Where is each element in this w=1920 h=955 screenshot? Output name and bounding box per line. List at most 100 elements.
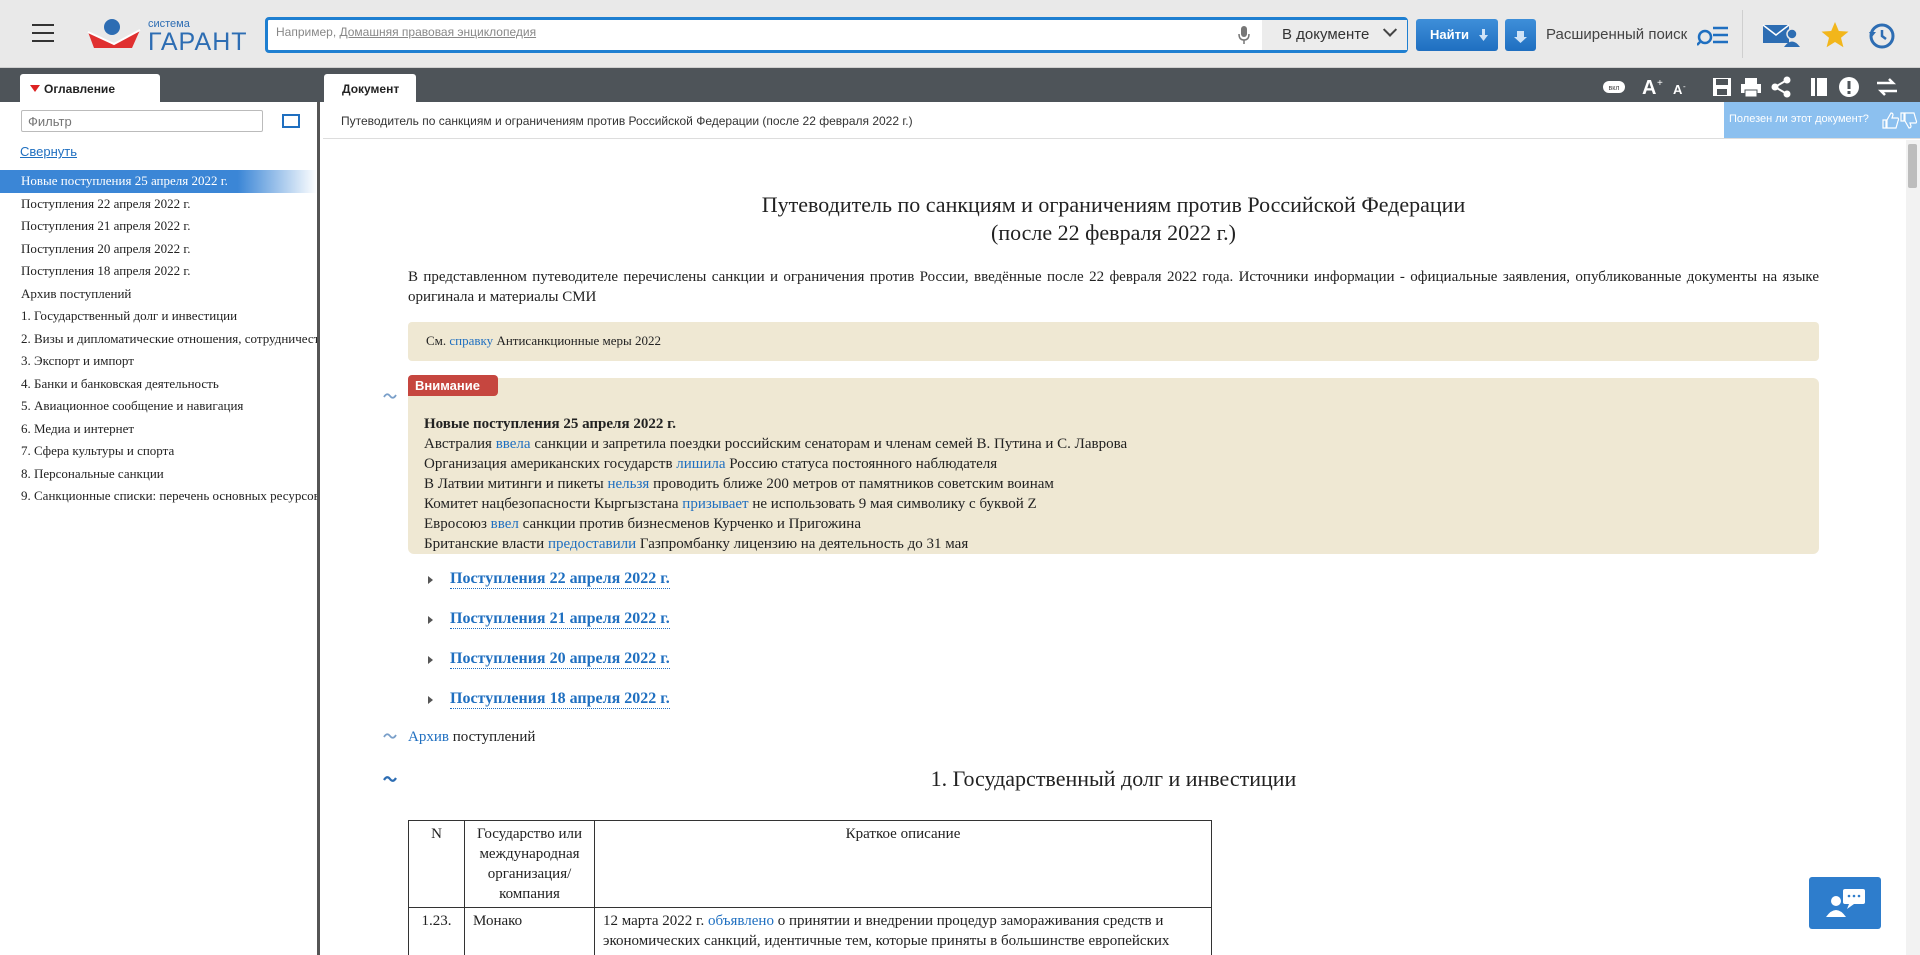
advanced-search-icon[interactable] xyxy=(1697,24,1729,46)
info-alert-icon[interactable] xyxy=(1838,76,1860,98)
news-text: Россию статуса постоянного наблюдателя xyxy=(725,456,998,472)
history-icon[interactable] xyxy=(1868,22,1896,50)
news-line: Комитет нацбезопасности Кыргызстана приз… xyxy=(424,494,1819,514)
link-chain-icon[interactable] xyxy=(383,731,397,741)
toc-item[interactable]: Архив поступлений xyxy=(0,283,317,306)
svg-text:A: A xyxy=(1642,77,1656,98)
expander-link[interactable]: Поступления 18 апреля 2022 г. xyxy=(450,690,670,709)
link-chain-icon[interactable] xyxy=(383,391,397,401)
news-text: санкции и запретила поездки российским с… xyxy=(530,436,1128,452)
sanctions-table: N Государство или международная организа… xyxy=(408,820,1212,955)
svg-text:A: A xyxy=(1673,82,1683,97)
feedback-box: Полезен ли этот документ? xyxy=(1724,102,1920,138)
toc-item[interactable]: 7. Сфера культуры и спорта xyxy=(0,440,317,463)
search-options-button[interactable] xyxy=(1505,19,1536,51)
svg-text:-: - xyxy=(1683,82,1686,91)
toc-item[interactable]: Новые поступления 25 апреля 2022 г. xyxy=(0,170,317,193)
thumbs-up-icon[interactable] xyxy=(1882,112,1900,129)
table-header: Государство или международная организаци… xyxy=(464,820,595,908)
menu-icon[interactable] xyxy=(32,24,54,42)
search-input[interactable]: Например, Домашняя правовая энциклопедия xyxy=(276,25,1216,47)
toc-item[interactable]: 8. Персональные санкции xyxy=(0,463,317,486)
toc-item[interactable]: Поступления 18 апреля 2022 г. xyxy=(0,260,317,283)
tab-document[interactable]: Документ xyxy=(324,74,416,102)
find-button[interactable]: Найти xyxy=(1416,19,1498,51)
desc-link[interactable]: объявлено xyxy=(708,913,774,929)
search-placeholder-prefix: Например, xyxy=(276,25,340,39)
swap-arrows-icon[interactable] xyxy=(1875,76,1899,98)
note-suffix: Антисанкционные меры 2022 xyxy=(493,333,661,348)
vertical-scrollbar[interactable] xyxy=(1906,140,1920,955)
logo-mark-icon xyxy=(87,19,141,48)
news-line: В Латвии митинги и пикеты нельзя проводи… xyxy=(424,474,1819,494)
print-icon[interactable] xyxy=(1740,76,1762,98)
triangle-right-icon xyxy=(428,576,433,584)
document-title-bar: Путеводитель по санкциям и ограничениям … xyxy=(323,102,1920,139)
toc-item[interactable]: Поступления 22 апреля 2022 г. xyxy=(0,193,317,216)
news-text: Газпромбанку лицензию на деятельность до… xyxy=(636,536,969,552)
news-text: санкции против бизнесменов Курченко и Пр… xyxy=(518,516,861,532)
share-icon[interactable] xyxy=(1770,76,1792,98)
toc-item[interactable]: Поступления 20 апреля 2022 г. xyxy=(0,238,317,261)
toc-item[interactable]: Поступления 21 апреля 2022 г. xyxy=(0,215,317,238)
toc-item[interactable]: 3. Экспорт и импорт xyxy=(0,350,317,373)
news-line: Организация американских государств лиши… xyxy=(424,454,1819,474)
archive-link[interactable]: Архив xyxy=(408,729,449,745)
tab-table-of-contents[interactable]: Оглавление xyxy=(20,74,160,102)
messages-icon[interactable] xyxy=(1762,22,1800,48)
news-link[interactable]: ввел xyxy=(491,516,519,532)
document-heading-line2: (после 22 февраля 2022 г.) xyxy=(991,220,1236,245)
collapse-link[interactable]: Свернуть xyxy=(20,144,77,159)
font-decrease-icon[interactable]: A- xyxy=(1672,76,1690,98)
news-link[interactable]: призывает xyxy=(682,496,748,512)
news-link[interactable]: нельзя xyxy=(608,476,650,492)
save-icon[interactable] xyxy=(1711,76,1733,98)
news-text: не использовать 9 мая символику с буквой… xyxy=(748,496,1037,512)
search-example-link[interactable]: Домашняя правовая энциклопедия xyxy=(339,25,536,39)
microphone-icon[interactable] xyxy=(1237,25,1251,45)
table-header: Краткое описание xyxy=(594,820,1212,908)
table-header-row: N Государство или международная организа… xyxy=(408,820,1212,908)
toc-filter-input[interactable] xyxy=(21,110,263,132)
toc-item[interactable]: 5. Авиационное сообщение и навигация xyxy=(0,395,317,418)
link-chain-icon[interactable] xyxy=(383,774,397,784)
news-line: Евросоюз ввел санкции против бизнесменов… xyxy=(424,514,1819,534)
chat-support-button[interactable] xyxy=(1809,877,1881,929)
news-link[interactable]: ввела xyxy=(496,436,531,452)
vkl-toggle-icon[interactable]: вкл xyxy=(1601,76,1627,98)
news-line: Австралия ввела санкции и запретила поез… xyxy=(424,434,1819,454)
table-row: 1.23. Монако 12 марта 2022 г. объявлено … xyxy=(408,907,1212,955)
toc-item[interactable]: 9. Санкционные списки: перечень основных… xyxy=(0,485,317,508)
toc-item[interactable]: 1. Государственный долг и инвестиции xyxy=(0,305,317,328)
scrollbar-thumb[interactable] xyxy=(1908,144,1917,188)
logo-title: ГАРАНТ xyxy=(148,28,248,56)
toc-item[interactable]: 6. Медиа и интернет xyxy=(0,418,317,441)
toc-item[interactable]: 2. Визы и дипломатические отношения, сот… xyxy=(0,328,317,351)
reference-note: См. справку Антисанкционные меры 2022 xyxy=(408,322,1819,361)
advanced-search-link[interactable]: Расширенный поиск xyxy=(1546,26,1687,43)
attention-box: Новые поступления 25 апреля 2022 г. Авст… xyxy=(408,378,1819,554)
favorites-star-icon[interactable] xyxy=(1820,20,1850,50)
thumbs-down-icon[interactable] xyxy=(1900,112,1918,129)
note-prefix: См. xyxy=(426,333,450,348)
document-heading-line1: Путеводитель по санкциям и ограничениям … xyxy=(761,192,1466,217)
note-reference-link[interactable]: справку xyxy=(449,333,493,348)
section-heading: 1. Государственный долг и инвестиции xyxy=(930,766,1297,791)
filter-window-icon[interactable] xyxy=(282,114,300,128)
expander-link[interactable]: Поступления 21 апреля 2022 г. xyxy=(450,610,670,629)
search-box: Например, Домашняя правовая энциклопедия… xyxy=(265,17,1408,53)
news-link[interactable]: лишила xyxy=(676,456,725,472)
search-scope-select[interactable]: В документе xyxy=(1262,20,1407,50)
expander-link[interactable]: Поступления 22 апреля 2022 г. xyxy=(450,570,670,589)
news-link[interactable]: предоставили xyxy=(548,536,636,552)
expander-link[interactable]: Поступления 20 апреля 2022 г. xyxy=(450,650,670,669)
chat-support-icon xyxy=(1826,889,1865,917)
archive-text: поступлений xyxy=(448,729,536,745)
top-header: система ГАРАНТ Например, Домашняя правов… xyxy=(0,0,1920,68)
toc-item[interactable]: 4. Банки и банковская деятельность xyxy=(0,373,317,396)
bookmark-icon[interactable] xyxy=(1808,76,1830,98)
arrow-down-icon xyxy=(1479,29,1488,41)
garant-logo[interactable]: система ГАРАНТ xyxy=(86,14,248,56)
font-increase-icon[interactable]: A + xyxy=(1641,76,1667,98)
toc-panel: Свернуть Новые поступления 25 апреля 202… xyxy=(0,102,320,955)
